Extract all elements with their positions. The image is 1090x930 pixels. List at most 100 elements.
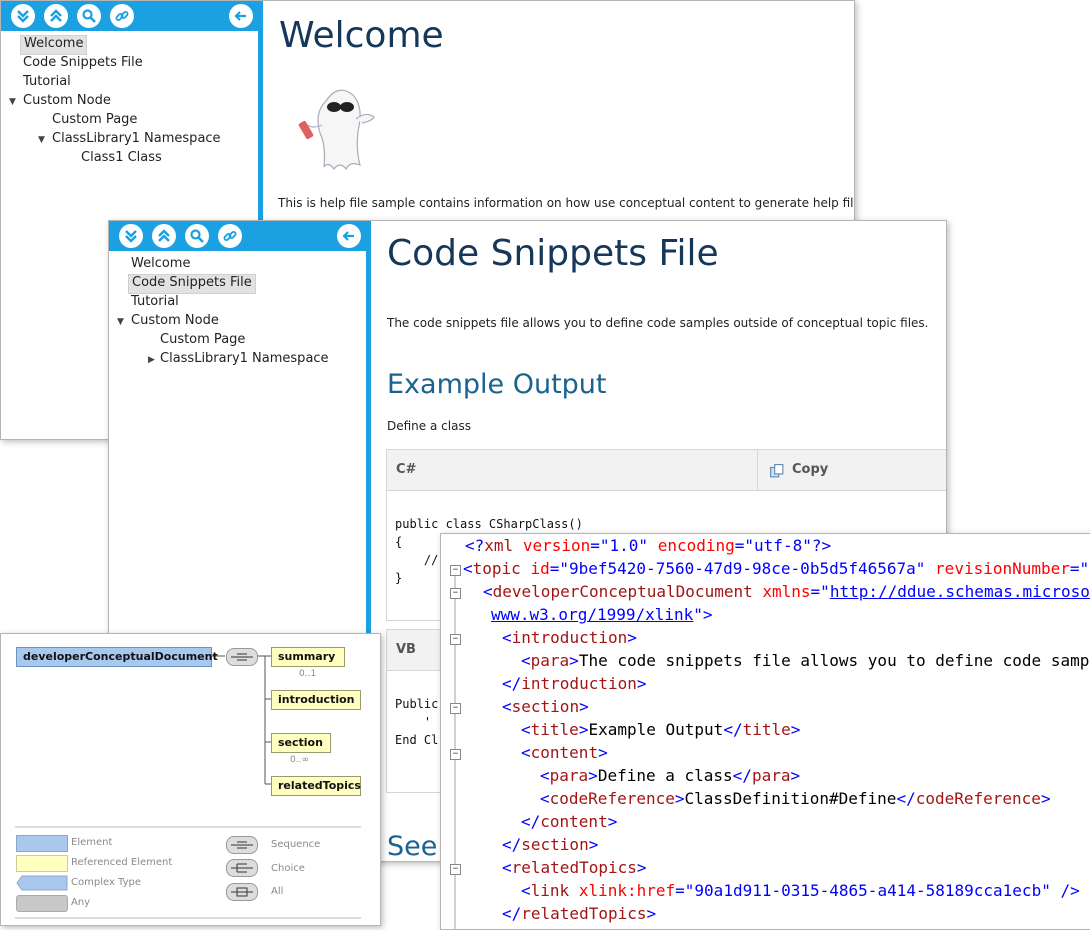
choice-icon bbox=[226, 859, 258, 877]
expanded-arrow-icon[interactable]: ▼ bbox=[117, 317, 124, 327]
xml-tag-name: developerConceptualDocument bbox=[492, 582, 753, 601]
code-line: public class CSharpClass() bbox=[395, 517, 583, 531]
xml-attr-value: "9bef5420-7560-47d9-98ce-0b5d5f46567a" bbox=[559, 559, 926, 578]
xml-line[interactable]: <para>The code snippets file allows you … bbox=[521, 651, 1089, 670]
xml-line[interactable]: <introduction> bbox=[502, 628, 637, 647]
fold-toggle-icon[interactable]: − bbox=[450, 703, 461, 714]
tree-item-welcome[interactable]: Welcome bbox=[131, 255, 190, 273]
legend-label: All bbox=[271, 886, 284, 897]
code-header: C# Copy bbox=[387, 450, 946, 491]
xml-line[interactable]: </relatedTopics> bbox=[502, 904, 656, 923]
xml-attr-name: revisionNumber bbox=[935, 559, 1070, 578]
tree-item-code-snippets[interactable]: Code Snippets File bbox=[23, 54, 143, 72]
sequence-icon bbox=[226, 648, 258, 666]
tree-item-tutorial[interactable]: Tutorial bbox=[131, 293, 179, 311]
search-icon[interactable] bbox=[185, 224, 209, 248]
expanded-arrow-icon[interactable]: ▼ bbox=[9, 97, 16, 107]
schema-child-introduction[interactable]: introduction bbox=[271, 690, 361, 710]
xml-text: Example Output bbox=[588, 720, 724, 739]
back-icon[interactable] bbox=[337, 224, 361, 248]
expand-all-icon[interactable] bbox=[11, 4, 35, 28]
collapse-all-icon[interactable] bbox=[44, 4, 68, 28]
tree-item-custom-node[interactable]: Custom Node bbox=[131, 312, 219, 330]
tree-item-custom-node[interactable]: Custom Node bbox=[23, 92, 111, 110]
back-icon[interactable] bbox=[229, 4, 253, 28]
code-line: } bbox=[395, 571, 403, 585]
fold-toggle-icon[interactable]: − bbox=[450, 588, 461, 599]
occurs-label: 0..∞ bbox=[290, 755, 309, 765]
xml-line[interactable]: <title>Example Output</title> bbox=[521, 720, 800, 739]
occurs-label: 0..1 bbox=[299, 669, 317, 679]
fold-toggle-icon[interactable]: − bbox=[450, 749, 461, 760]
xml-editor: − − − − − − <?xml version="1.0" encoding… bbox=[440, 533, 1090, 930]
xml-line[interactable]: </content> bbox=[521, 812, 617, 831]
tree-item-class1[interactable]: Class1 Class bbox=[81, 149, 162, 167]
legend-swatch-referenced bbox=[16, 855, 68, 872]
schema-child-summary[interactable]: summary bbox=[271, 647, 345, 667]
schema-child-section[interactable]: section bbox=[271, 733, 331, 753]
xml-line[interactable]: <content> bbox=[521, 743, 608, 762]
intro-text: The code snippets file allows you to def… bbox=[387, 316, 929, 330]
collapsed-arrow-icon[interactable]: ▶ bbox=[148, 355, 155, 365]
legend-swatch-element bbox=[16, 835, 68, 852]
code-line: ' bbox=[395, 715, 432, 729]
legend-label: Choice bbox=[271, 863, 305, 874]
tree-item-tutorial[interactable]: Tutorial bbox=[23, 73, 71, 91]
xml-line[interactable]: </section> bbox=[502, 835, 598, 854]
xml-text: Define a class bbox=[597, 766, 733, 785]
xml-line[interactable]: <para>Define a class</para> bbox=[540, 766, 800, 785]
see-also-title: See bbox=[387, 831, 438, 862]
copy-icon bbox=[770, 464, 784, 478]
tree-item-code-snippets[interactable]: Code Snippets File bbox=[128, 274, 256, 294]
search-icon[interactable] bbox=[77, 4, 101, 28]
legend-label: Any bbox=[71, 897, 91, 908]
code-language-tab[interactable]: VB bbox=[396, 642, 416, 657]
schema-diagram-panel: developerConceptualDocument summary 0..1… bbox=[0, 633, 381, 926]
schema-child-related-topics[interactable]: relatedTopics bbox=[271, 776, 361, 796]
xml-line[interactable]: <codeReference>ClassDefinition#Define</c… bbox=[540, 789, 1051, 808]
tree-item-welcome[interactable]: Welcome bbox=[20, 35, 88, 55]
code-line: { bbox=[395, 535, 403, 549]
schema-root-element[interactable]: developerConceptualDocument bbox=[16, 647, 218, 667]
legend-label: Referenced Element bbox=[71, 857, 173, 868]
xml-line[interactable]: <developerConceptualDocument xmlns="http… bbox=[483, 582, 1090, 601]
xml-line[interactable]: <section> bbox=[502, 697, 589, 716]
xml-line[interactable]: <link xlink:href="90a1d911-0315-4865-a41… bbox=[521, 881, 1080, 900]
fold-toggle-icon[interactable]: − bbox=[450, 565, 461, 576]
xml-link[interactable]: www.w3.org/1999/xlink bbox=[491, 605, 693, 624]
code-line: Public bbox=[395, 697, 439, 711]
xml-text: The code snippets file allows you to def… bbox=[578, 651, 1090, 670]
collapse-all-icon[interactable] bbox=[152, 224, 176, 248]
define-text: Define a class bbox=[387, 419, 471, 433]
xml-text: ClassDefinition#Define bbox=[684, 789, 897, 808]
xml-line[interactable]: <relatedTopics> bbox=[502, 858, 647, 877]
toolbar bbox=[1, 1, 258, 31]
copy-button[interactable]: Copy bbox=[757, 450, 946, 490]
page-title: Welcome bbox=[279, 15, 444, 56]
code-language-tab[interactable]: C# bbox=[396, 462, 416, 477]
xml-line[interactable]: </introduction> bbox=[502, 674, 647, 693]
ghost-mascot-image bbox=[298, 89, 375, 171]
tree-item-namespace[interactable]: ClassLibrary1 Namespace bbox=[160, 350, 329, 368]
tree-item-namespace[interactable]: ClassLibrary1 Namespace bbox=[52, 130, 221, 148]
legend-swatch-any bbox=[16, 895, 68, 912]
expanded-arrow-icon[interactable]: ▼ bbox=[38, 135, 45, 145]
toolbar bbox=[109, 221, 366, 251]
xml-attr-value: "1.0" bbox=[599, 536, 649, 555]
tree-item-custom-page[interactable]: Custom Page bbox=[160, 331, 245, 349]
fold-toggle-icon[interactable]: − bbox=[450, 634, 461, 645]
code-line: End Cl bbox=[395, 733, 439, 747]
link-icon[interactable] bbox=[110, 4, 134, 28]
link-icon[interactable] bbox=[218, 224, 242, 248]
xml-line[interactable]: <topic id="9bef5420-7560-47d9-98ce-0b5d5… bbox=[463, 559, 1089, 578]
xml-line[interactable]: www.w3.org/1999/xlink"> bbox=[491, 605, 713, 624]
fold-toggle-icon[interactable]: − bbox=[450, 864, 461, 875]
tree-item-custom-page[interactable]: Custom Page bbox=[52, 111, 137, 129]
sequence-icon bbox=[226, 836, 258, 854]
xml-attr-value: "utf-8" bbox=[744, 536, 812, 555]
expand-all-icon[interactable] bbox=[119, 224, 143, 248]
page-title: Code Snippets File bbox=[387, 233, 719, 274]
xml-line[interactable]: <?xml version="1.0" encoding="utf-8"?> bbox=[465, 536, 831, 555]
xml-link[interactable]: http://ddue.schemas.microso bbox=[830, 582, 1090, 601]
legend-label: Complex Type bbox=[71, 877, 142, 888]
